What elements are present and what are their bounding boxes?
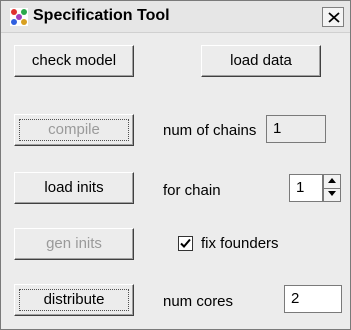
spinner-up-button[interactable] (324, 175, 340, 189)
load-inits-label: load inits (44, 179, 104, 196)
compile-label: compile (48, 121, 100, 138)
distribute-button[interactable]: distribute (14, 284, 134, 316)
num-cores-label: num cores (163, 293, 234, 310)
arrow-down-icon (328, 191, 336, 196)
close-button[interactable] (322, 7, 344, 27)
spinner-down-button[interactable] (324, 188, 340, 201)
fix-founders-label: fix founders (201, 235, 279, 252)
checkmark-icon (180, 238, 191, 248)
close-icon (328, 12, 340, 23)
compile-button[interactable]: compile (14, 114, 134, 146)
gen-inits-button[interactable]: gen inits (14, 228, 134, 260)
num-chains-field[interactable]: 1 (266, 115, 326, 143)
for-chain-field[interactable]: 1 (289, 174, 323, 202)
check-model-button[interactable]: check model (14, 45, 134, 77)
title-bar[interactable]: Specification Tool (1, 1, 350, 33)
window-title: Specification Tool (33, 7, 170, 24)
num-chains-label: num of chains (163, 122, 257, 139)
for-chain-spinner (323, 174, 341, 202)
for-chain-label: for chain (163, 182, 221, 199)
check-model-label: check model (31, 52, 117, 69)
specification-tool-app-icon (9, 7, 29, 27)
num-cores-field[interactable]: 2 (284, 285, 342, 313)
gen-inits-label: gen inits (46, 235, 102, 252)
load-data-label: load data (230, 52, 292, 69)
load-inits-button[interactable]: load inits (14, 172, 134, 204)
fix-founders-checkbox[interactable] (178, 236, 193, 251)
distribute-label: distribute (43, 291, 105, 308)
load-data-button[interactable]: load data (201, 45, 321, 77)
specification-tool-window: Specification Tool check model load data… (0, 0, 351, 330)
arrow-up-icon (328, 178, 336, 183)
